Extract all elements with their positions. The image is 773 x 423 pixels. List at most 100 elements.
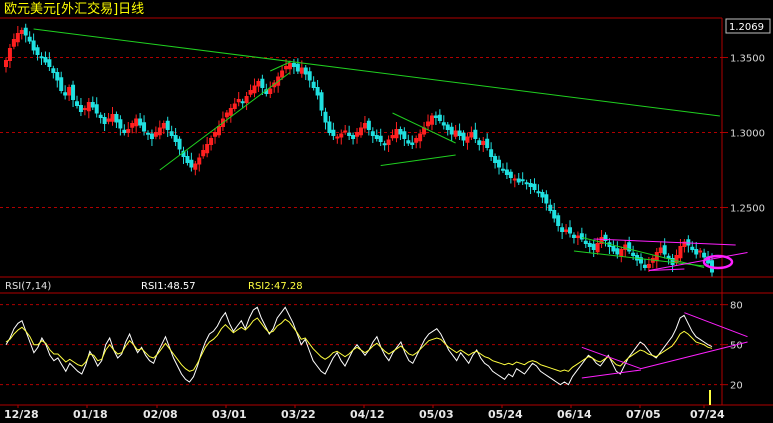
candle-body	[193, 163, 198, 170]
x-tick-label: 04/12	[350, 408, 385, 421]
candle-body	[575, 235, 580, 238]
candle-body	[362, 123, 367, 129]
candle-body	[244, 96, 249, 103]
candle-body	[27, 36, 32, 42]
x-tick-label: 05/03	[419, 408, 454, 421]
candle-body	[378, 135, 383, 142]
candle-body	[157, 127, 162, 136]
candle-body	[544, 194, 549, 204]
candle-body	[268, 88, 273, 94]
candle-body	[690, 246, 695, 250]
candle-body	[457, 130, 462, 136]
candle-body	[114, 114, 119, 123]
last-price: 1.2069	[729, 22, 764, 33]
candle-body	[31, 40, 36, 51]
candle-body	[98, 114, 103, 118]
candle-body	[358, 127, 363, 136]
x-tick-label: 06/14	[557, 408, 592, 421]
candle-body	[611, 246, 616, 252]
candle-body	[47, 59, 52, 67]
candle-body	[331, 129, 336, 136]
x-tick-label: 05/24	[488, 408, 523, 421]
candle-body	[106, 118, 111, 122]
candle-body	[402, 131, 407, 139]
candle-body	[587, 243, 592, 247]
candle-body	[465, 136, 470, 143]
candle-body	[102, 117, 107, 124]
candle-body	[169, 131, 174, 136]
candle-body	[595, 243, 600, 253]
candle-body	[39, 56, 44, 59]
rsi-tick-label: 80	[730, 301, 743, 312]
candle-body	[110, 114, 115, 122]
candle-body	[406, 140, 411, 144]
candle-body	[23, 27, 28, 36]
candle-body	[138, 118, 143, 126]
candle-body	[94, 104, 99, 114]
candle-body	[256, 81, 261, 87]
candle-body	[78, 105, 83, 112]
candle-body	[355, 132, 360, 137]
price-tick-label: 1.3000	[730, 129, 765, 140]
candle-body	[410, 142, 415, 145]
candle-body	[35, 47, 40, 55]
x-tick-label: 01/18	[73, 408, 108, 421]
candle-body	[398, 129, 403, 135]
candle-body	[481, 141, 486, 145]
candle-body	[493, 156, 498, 163]
candle-body	[642, 264, 647, 268]
candle-body	[7, 48, 12, 61]
candle-body	[414, 138, 419, 143]
candle-body	[224, 112, 229, 118]
candle-body	[236, 99, 241, 103]
candle-body	[536, 191, 541, 194]
candle-body	[165, 120, 170, 130]
candle-body	[307, 71, 312, 81]
candle-body	[351, 135, 356, 139]
candle-body	[516, 178, 521, 183]
candle-body	[55, 72, 60, 81]
candle-body	[556, 215, 561, 226]
candle-body	[295, 63, 300, 72]
candle-body	[252, 85, 257, 94]
candle-body	[43, 57, 48, 63]
candle-body	[343, 130, 348, 133]
candle-body	[51, 68, 56, 73]
candle-body	[173, 135, 178, 142]
rsi1-label: RSI1:48.57	[141, 281, 196, 292]
rsi-label: RSI(7,14)	[5, 281, 51, 292]
candle-body	[540, 192, 545, 198]
candle-body	[213, 132, 218, 137]
candle-body	[209, 138, 214, 145]
candle-body	[299, 67, 304, 74]
candle-body	[500, 168, 505, 171]
candle-body	[532, 183, 537, 190]
rsi-tick-label: 20	[730, 381, 743, 392]
candle-body	[366, 120, 371, 130]
candle-body	[702, 252, 707, 258]
candle-body	[15, 33, 20, 43]
candle-body	[161, 123, 166, 129]
candle-body	[280, 70, 285, 78]
candle-body	[63, 92, 68, 96]
candle-body	[485, 138, 490, 148]
x-tick-label: 03/01	[212, 408, 247, 421]
x-tick-label: 12/28	[4, 408, 39, 421]
chart-title: 欧元美元[外汇交易]日线	[4, 1, 144, 17]
candle-body	[441, 122, 446, 126]
candle-body	[374, 135, 379, 139]
candle-body	[284, 66, 289, 70]
candle-body	[382, 143, 387, 146]
candle-body	[19, 30, 24, 34]
candle-body	[512, 178, 517, 181]
candle-body	[591, 243, 596, 250]
candle-body	[453, 130, 458, 137]
candle-body	[615, 248, 620, 255]
candle-body	[177, 138, 182, 150]
candle-body	[319, 92, 324, 111]
candle-body	[394, 129, 399, 139]
candle-body	[631, 252, 636, 256]
candle-body	[508, 171, 513, 178]
candle-body	[67, 87, 72, 96]
x-tick-label: 07/05	[626, 408, 661, 421]
